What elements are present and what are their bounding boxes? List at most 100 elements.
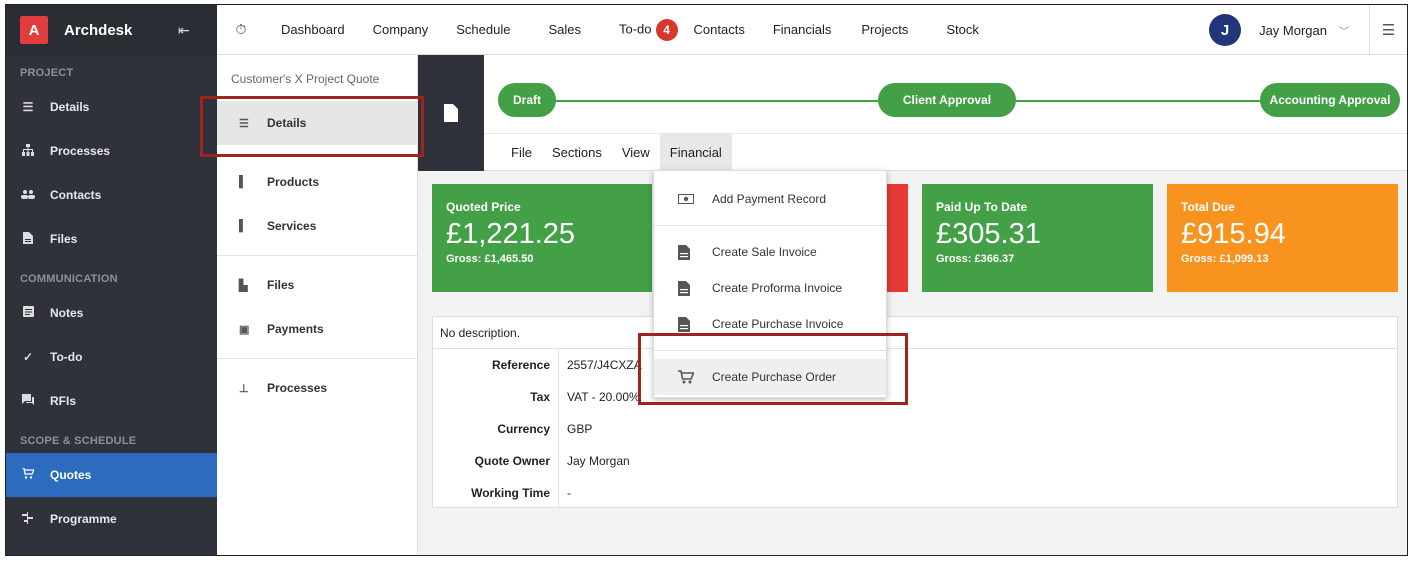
money-icon xyxy=(678,194,694,204)
row-key: Reference xyxy=(433,349,559,381)
sidebar-item-details[interactable]: ☰ Details xyxy=(6,85,217,129)
menu-item-add-payment-record[interactable]: Add Payment Record xyxy=(654,181,886,217)
sidebar-item-todo[interactable]: ✓ To-do xyxy=(6,335,217,379)
card-amount: £1,221.25 xyxy=(446,218,576,250)
nav-financials[interactable]: Financials xyxy=(773,22,832,37)
chat-icon xyxy=(20,394,36,408)
row-value: - xyxy=(567,486,571,500)
table-row: Working Time - xyxy=(433,477,1397,509)
nav-todo[interactable]: To-do 4 xyxy=(619,18,678,41)
sidebar-item-label: Contacts xyxy=(50,188,102,202)
quote-title: Customer's X Project Quote xyxy=(231,72,380,86)
sidebar-item-label: Quotes xyxy=(50,468,92,482)
file-icon: ▌ xyxy=(239,176,247,188)
menu-item-create-proforma-invoice[interactable]: Create Proforma Invoice xyxy=(654,270,886,306)
hierarchy-icon: ⊥ xyxy=(239,382,249,395)
sidebar-item-label: To-do xyxy=(50,350,83,364)
nav-stock[interactable]: Stock xyxy=(946,22,979,37)
divider xyxy=(217,255,417,256)
subnav-label: Products xyxy=(267,175,320,189)
sidebar-item-label: Notes xyxy=(50,306,84,320)
app-frame: A Archdesk ⇤ PROJECT ☰ Details Processes… xyxy=(5,4,1408,556)
sidebar-item-files[interactable]: Files xyxy=(6,217,217,261)
sidebar-item-quotes[interactable]: Quotes xyxy=(6,453,217,497)
subnav-processes[interactable]: ⊥ Processes xyxy=(217,366,417,410)
menu-sections[interactable]: Sections xyxy=(542,134,612,170)
stage-client-approval[interactable]: Client Approval xyxy=(878,83,1016,117)
sidebar-item-label: Details xyxy=(50,100,90,114)
document-icon xyxy=(678,316,694,332)
menu-item-label: Create Purchase Invoice xyxy=(712,317,844,331)
menu-view[interactable]: View xyxy=(612,134,660,170)
nav-projects[interactable]: Projects xyxy=(861,22,908,37)
stage-draft[interactable]: Draft xyxy=(498,83,556,117)
document-icon xyxy=(678,280,694,296)
row-key: Working Time xyxy=(433,477,559,509)
quote-details-table: No description. Reference 2557/J4CXZA Ta… xyxy=(432,316,1398,509)
quote-menubar: File Sections View Financial xyxy=(484,133,1407,171)
card-label: Paid Up To Date xyxy=(936,200,1028,214)
sidebar-item-processes[interactable]: Processes xyxy=(6,129,217,173)
sidebar-item-label: Files xyxy=(50,232,78,246)
highlight-details xyxy=(200,96,424,157)
menu-file[interactable]: File xyxy=(501,134,542,170)
subnav-files[interactable]: ▙ Files xyxy=(217,263,417,307)
subnav-label: Processes xyxy=(267,381,328,395)
sidebar-item-label: RFIs xyxy=(50,394,77,408)
document-icon xyxy=(678,244,694,260)
sidebar: A Archdesk ⇤ PROJECT ☰ Details Processes… xyxy=(6,5,217,555)
card-amount: £305.31 xyxy=(936,218,1041,250)
menu-item-create-sale-invoice[interactable]: Create Sale Invoice xyxy=(654,234,886,270)
nav-sales[interactable]: Sales xyxy=(548,22,581,37)
card-label: Quoted Price xyxy=(446,200,521,214)
sidebar-section-communication: COMMUNICATION xyxy=(20,273,118,285)
sidebar-item-programme[interactable]: Programme xyxy=(6,497,217,541)
nav-dashboard[interactable]: Dashboard xyxy=(281,22,345,37)
subnav-label: Services xyxy=(267,219,317,233)
table-row: Currency GBP xyxy=(433,413,1397,445)
todo-count-badge: 4 xyxy=(655,18,678,41)
table-row: Quote Owner Jay Morgan xyxy=(433,445,1397,477)
user-menu[interactable]: J Jay Morgan ﹀ xyxy=(1209,14,1349,46)
card-amount: £915.94 xyxy=(1181,218,1286,250)
card-quoted-price: Quoted Price £1,221.25 Gross: £1,465.50 xyxy=(432,184,652,292)
nav-company[interactable]: Company xyxy=(373,22,429,37)
sidebar-item-label: Processes xyxy=(50,144,111,158)
menu-item-label: Create Proforma Invoice xyxy=(712,281,843,295)
card-gross: Gross: £366.37 xyxy=(936,253,1015,265)
app-logo: A xyxy=(20,16,48,44)
menu-item-label: Create Sale Invoice xyxy=(712,245,817,259)
history-icon[interactable]: ⏱ xyxy=(223,21,259,38)
stage-accounting-approval[interactable]: Accounting Approval xyxy=(1260,83,1400,117)
avatar: J xyxy=(1209,14,1242,46)
sidebar-item-contacts[interactable]: Contacts xyxy=(6,173,217,217)
subnav-services[interactable]: ▌ Services xyxy=(217,204,417,248)
file-icon: ▙ xyxy=(239,279,248,292)
card-label: Total Due xyxy=(1181,200,1235,214)
subnav-payments[interactable]: ▣ Payments xyxy=(217,307,417,351)
menu-list-icon[interactable]: ☰ xyxy=(1369,5,1407,55)
document-type-strip xyxy=(418,55,484,171)
document-icon xyxy=(444,104,458,122)
card-paid-up-to-date: Paid Up To Date £305.31 Gross: £366.37 xyxy=(922,184,1153,292)
card-total-due: Total Due £915.94 Gross: £1,099.13 xyxy=(1167,184,1398,292)
check-icon: ✓ xyxy=(22,350,34,364)
note-icon xyxy=(20,306,36,320)
row-value: VAT - 20.00% xyxy=(567,390,640,404)
brand: A Archdesk ⇤ xyxy=(6,5,217,55)
app-name: Archdesk xyxy=(64,21,133,39)
row-key: Tax xyxy=(433,381,559,413)
sidebar-item-rfis[interactable]: RFIs xyxy=(6,379,217,423)
file-icon xyxy=(20,231,36,247)
sidebar-item-notes[interactable]: Notes xyxy=(6,291,217,335)
menu-financial[interactable]: Financial xyxy=(659,134,732,170)
nav-contacts[interactable]: Contacts xyxy=(694,22,745,37)
row-value: 2557/J4CXZA xyxy=(567,358,642,372)
subnav-label: Files xyxy=(267,278,295,292)
subnav-products[interactable]: ▌ Products xyxy=(217,160,417,204)
collapse-sidebar-icon[interactable]: ⇤ xyxy=(178,22,190,39)
divider xyxy=(654,225,886,226)
user-name: Jay Morgan xyxy=(1259,22,1327,38)
money-icon: ▣ xyxy=(239,323,250,336)
nav-schedule[interactable]: Schedule xyxy=(456,22,510,37)
